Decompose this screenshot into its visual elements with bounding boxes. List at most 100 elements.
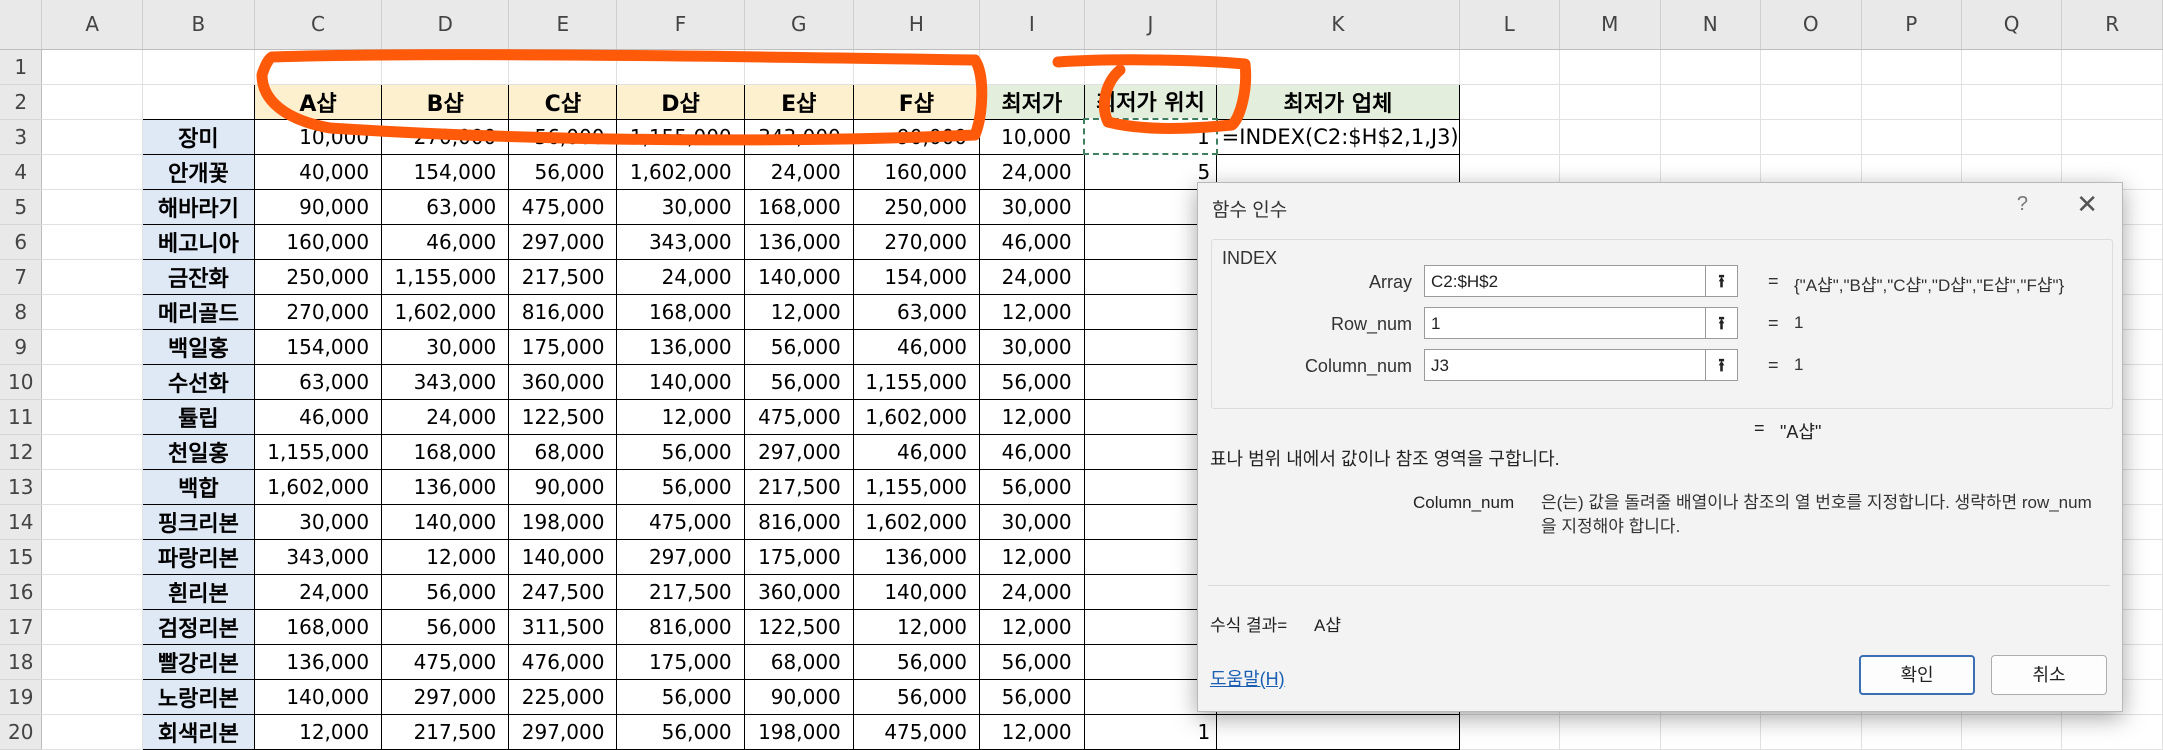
row-header[interactable]: 8	[0, 294, 43, 330]
min-vendor-header[interactable]: 최저가 업체	[1216, 83, 1460, 120]
price-cell[interactable]: 217,500	[743, 468, 854, 505]
flower-name-cell[interactable]: 검정리본	[141, 608, 255, 645]
flower-name-cell[interactable]: 안개꽃	[141, 153, 255, 190]
min-price-cell[interactable]: 12,000	[979, 538, 1085, 575]
min-price-cell[interactable]: 24,000	[979, 258, 1085, 295]
price-cell[interactable]: 816,000	[508, 293, 618, 330]
price-cell[interactable]: 270,000	[381, 118, 510, 155]
cell[interactable]	[41, 609, 143, 645]
price-cell[interactable]: 24,000	[616, 258, 745, 295]
flower-name-cell[interactable]: 메리골드	[141, 293, 255, 330]
price-cell[interactable]: 90,000	[852, 118, 981, 155]
row-header[interactable]: 12	[0, 434, 43, 470]
column-header-h[interactable]: H	[853, 0, 981, 50]
cell[interactable]	[2061, 84, 2163, 120]
price-cell[interactable]: 168,000	[381, 433, 510, 470]
row-header[interactable]: 14	[0, 504, 43, 540]
cell[interactable]	[1660, 119, 1762, 155]
price-cell[interactable]: 476,000	[508, 643, 618, 680]
min-vendor-cell[interactable]	[1216, 713, 1460, 750]
shop-header[interactable]: F샵	[852, 83, 981, 120]
column-header-c[interactable]: C	[254, 0, 383, 50]
ok-button[interactable]: 확인	[1859, 655, 1975, 695]
price-cell[interactable]: 343,000	[743, 118, 854, 155]
price-cell[interactable]: 12,000	[743, 293, 854, 330]
cell[interactable]	[1861, 119, 1962, 155]
cell[interactable]	[1559, 119, 1661, 155]
price-cell[interactable]: 250,000	[852, 188, 981, 225]
price-cell[interactable]: 217,500	[508, 258, 618, 295]
flower-name-cell[interactable]: 장미	[141, 118, 255, 155]
price-cell[interactable]: 154,000	[381, 153, 510, 190]
row-header[interactable]: 1	[0, 49, 43, 85]
cell[interactable]	[1760, 84, 1862, 120]
price-cell[interactable]: 475,000	[616, 503, 745, 540]
collapse-dialog-icon[interactable]: ⭱	[1706, 349, 1738, 381]
cell[interactable]	[41, 49, 143, 85]
row-header[interactable]: 7	[0, 259, 43, 295]
price-cell[interactable]: 1,155,000	[852, 363, 981, 400]
price-cell[interactable]: 30,000	[253, 503, 383, 540]
column-header-j[interactable]: J	[1084, 0, 1218, 50]
price-cell[interactable]: 56,000	[381, 573, 510, 610]
row-header[interactable]: 6	[0, 224, 43, 260]
cell[interactable]	[41, 679, 143, 715]
cell[interactable]	[1216, 49, 1460, 85]
price-cell[interactable]: 198,000	[508, 503, 618, 540]
price-cell[interactable]: 297,000	[508, 713, 618, 750]
price-cell[interactable]: 297,000	[616, 538, 745, 575]
price-cell[interactable]: 12,000	[253, 713, 383, 750]
row-header[interactable]: 16	[0, 574, 43, 610]
column-header-r[interactable]: R	[2061, 0, 2163, 50]
price-cell[interactable]: 24,000	[253, 573, 383, 610]
price-cell[interactable]: 360,000	[508, 363, 618, 400]
price-cell[interactable]: 90,000	[743, 678, 854, 715]
flower-name-cell[interactable]: 핑크리본	[141, 503, 255, 540]
min-price-cell[interactable]: 46,000	[979, 433, 1085, 470]
price-cell[interactable]: 56,000	[616, 678, 745, 715]
cell[interactable]	[2061, 119, 2163, 155]
min-price-cell[interactable]: 46,000	[979, 223, 1085, 260]
column-header-d[interactable]: D	[381, 0, 510, 50]
price-cell[interactable]: 12,000	[381, 538, 510, 575]
flower-name-cell[interactable]: 흰리본	[141, 573, 255, 610]
price-cell[interactable]: 136,000	[743, 223, 854, 260]
cell[interactable]	[41, 504, 143, 540]
price-cell[interactable]: 56,000	[852, 643, 981, 680]
cell[interactable]	[41, 714, 143, 750]
price-cell[interactable]: 40,000	[253, 153, 383, 190]
price-cell[interactable]: 56,000	[508, 118, 618, 155]
price-cell[interactable]: 46,000	[852, 328, 981, 365]
cell[interactable]	[381, 49, 510, 85]
cell[interactable]	[41, 154, 143, 190]
cell[interactable]	[1459, 119, 1560, 155]
price-cell[interactable]: 816,000	[743, 503, 854, 540]
cell[interactable]	[41, 119, 143, 155]
column-num-input[interactable]: J3	[1424, 349, 1706, 381]
price-cell[interactable]: 160,000	[253, 223, 383, 260]
price-cell[interactable]: 168,000	[253, 608, 383, 645]
collapse-dialog-icon[interactable]: ⭱	[1706, 265, 1738, 297]
min-price-cell[interactable]: 12,000	[979, 293, 1085, 330]
price-cell[interactable]: 140,000	[743, 258, 854, 295]
price-cell[interactable]: 1,602,000	[381, 293, 510, 330]
price-cell[interactable]: 250,000	[253, 258, 383, 295]
flower-name-cell[interactable]: 백합	[141, 468, 255, 505]
price-cell[interactable]: 475,000	[381, 643, 510, 680]
price-cell[interactable]: 140,000	[253, 678, 383, 715]
price-cell[interactable]: 122,500	[743, 608, 854, 645]
price-cell[interactable]: 1,602,000	[616, 153, 745, 190]
row-header[interactable]: 5	[0, 189, 43, 225]
cell[interactable]	[1861, 84, 1962, 120]
min-price-cell[interactable]: 30,000	[979, 188, 1085, 225]
min-price-cell[interactable]: 56,000	[979, 678, 1085, 715]
flower-name-cell[interactable]: 백일홍	[141, 328, 255, 365]
flower-name-cell[interactable]: 천일홍	[141, 433, 255, 470]
price-cell[interactable]: 297,000	[508, 223, 618, 260]
price-cell[interactable]: 297,000	[381, 678, 510, 715]
price-cell[interactable]: 816,000	[616, 608, 745, 645]
row-header[interactable]: 20	[0, 714, 43, 750]
cell[interactable]	[744, 49, 854, 85]
price-cell[interactable]: 225,000	[508, 678, 618, 715]
min-position-header[interactable]: 최저가 위치	[1083, 83, 1218, 120]
